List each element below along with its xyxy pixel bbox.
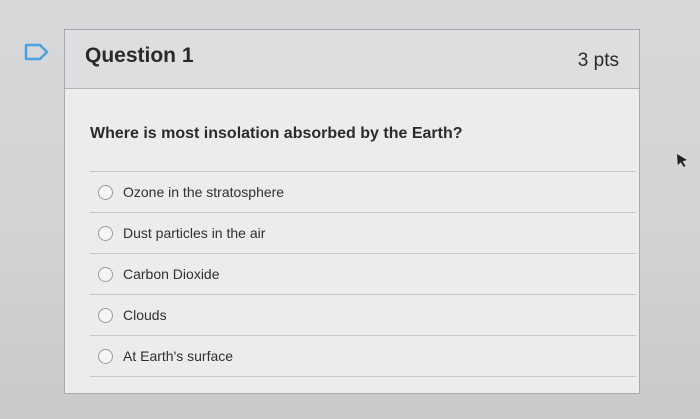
answer-label[interactable]: Ozone in the stratosphere [123,184,284,200]
question-text: Where is most insolation absorbed by the… [90,125,463,142]
answer-label[interactable]: Carbon Dioxide [123,266,220,282]
radio-button[interactable] [98,225,113,241]
answer-label[interactable]: Clouds [123,307,167,323]
question-title: Question 1 [85,44,194,67]
radio-button[interactable] [98,348,113,364]
radio-button[interactable] [98,307,113,323]
answer-label[interactable]: Dust particles in the air [123,225,265,241]
answer-option[interactable]: At Earth's surface [90,335,636,377]
radio-button[interactable] [98,266,113,282]
flag-icon[interactable] [24,43,50,61]
radio-button[interactable] [98,184,113,200]
answer-option[interactable]: Dust particles in the air [90,212,636,253]
question-header: Question 1 3 pts [65,30,639,89]
answer-label[interactable]: At Earth's surface [123,348,233,364]
arrow-cursor-icon [677,154,687,167]
answer-option[interactable]: Ozone in the stratosphere [90,171,636,212]
answer-list: Ozone in the stratosphere Dust particles… [90,171,636,377]
answer-option[interactable]: Carbon Dioxide [90,253,636,294]
question-points: 3 pts [577,50,619,71]
answer-option[interactable]: Clouds [90,294,636,335]
question-card: Question 1 3 pts Where is most insolatio… [64,29,640,394]
